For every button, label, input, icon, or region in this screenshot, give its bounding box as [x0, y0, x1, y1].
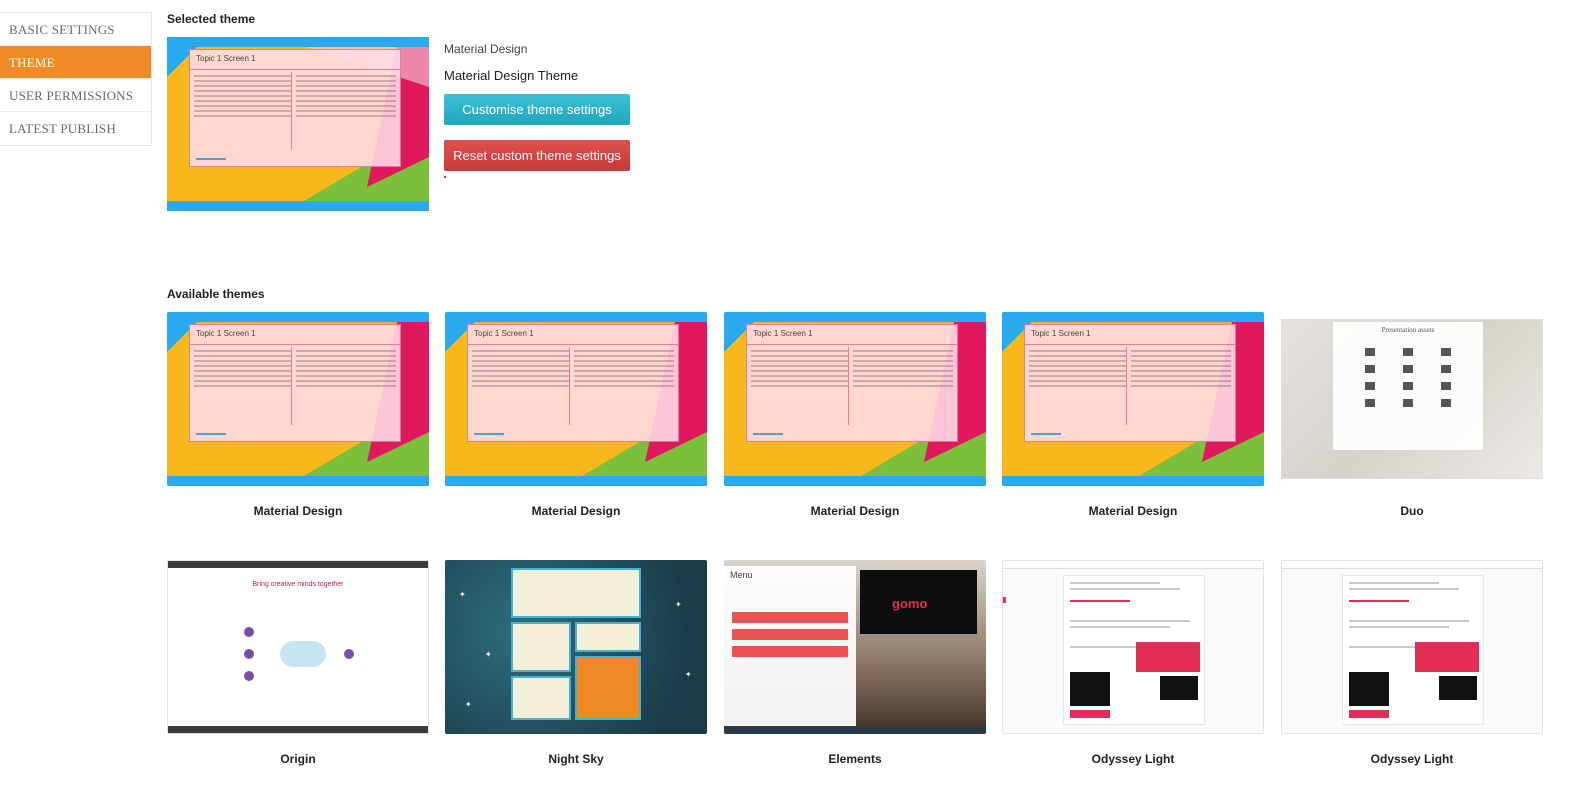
- video-preview: gomo: [860, 570, 977, 634]
- odyssey-light-preview: [1281, 560, 1543, 734]
- theme-card-material-design-4[interactable]: Topic 1 Screen 1 Material Design: [1002, 312, 1264, 518]
- customise-theme-button[interactable]: Customise theme settings: [444, 94, 630, 125]
- theme-card-odyssey-light-2[interactable]: Odyssey Light: [1281, 560, 1543, 766]
- origin-preview: Bring creative minds together: [167, 560, 429, 734]
- theme-card-origin[interactable]: Bring creative minds together Origin: [167, 560, 429, 766]
- error-indicator: [444, 176, 446, 178]
- thumb-title: Topic 1 Screen 1: [747, 325, 957, 345]
- selected-theme-heading: Selected theme: [167, 12, 256, 26]
- selected-theme-full-name: Material Design Theme: [444, 68, 579, 83]
- theme-name: Odyssey Light: [1370, 752, 1454, 766]
- theme-name: Duo: [1400, 504, 1424, 518]
- sidebar-item-latest-publish[interactable]: LATEST PUBLISH: [0, 112, 151, 145]
- thumb-title: Menu: [730, 570, 753, 580]
- odyssey-light-preview: [1002, 560, 1264, 734]
- available-themes-heading: Available themes: [167, 287, 265, 301]
- settings-sidebar: BASIC SETTINGS THEME USER PERMISSIONS LA…: [0, 12, 152, 146]
- theme-card-material-design-3[interactable]: Topic 1 Screen 1 Material Design: [724, 312, 986, 518]
- theme-name: Odyssey Light: [1091, 752, 1175, 766]
- theme-name: Material Design: [531, 504, 621, 518]
- theme-card-material-design-2[interactable]: Topic 1 Screen 1 Material Design: [445, 312, 707, 518]
- material-design-preview: Topic 1 Screen 1: [1002, 312, 1264, 486]
- thumb-title: Topic 1 Screen 1: [1025, 325, 1235, 345]
- theme-name: Material Design: [810, 504, 900, 518]
- theme-name: Elements: [828, 752, 882, 766]
- material-design-preview: Topic 1 Screen 1: [167, 312, 429, 486]
- theme-card-night-sky[interactable]: ✦ ✦ ✦ ✦ ✦ Night Sky: [445, 560, 707, 766]
- selected-theme-thumbnail: Topic 1 Screen 1: [167, 37, 429, 211]
- theme-card-elements[interactable]: Menu gomo Elements: [724, 560, 986, 766]
- thumb-title: Topic 1 Screen 1: [468, 325, 678, 345]
- theme-card-material-design-1[interactable]: Topic 1 Screen 1 Material Design: [167, 312, 429, 518]
- selected-theme-info: Material Design Material Design Theme Cu…: [444, 42, 630, 186]
- night-sky-preview: ✦ ✦ ✦ ✦ ✦: [445, 560, 707, 734]
- thumb-title: Topic 1 Screen 1: [190, 325, 400, 345]
- sidebar-item-basic-settings[interactable]: BASIC SETTINGS: [0, 13, 151, 46]
- duo-preview: Presentation assets: [1281, 312, 1543, 486]
- theme-name: Material Design: [253, 504, 343, 518]
- theme-name: Material Design: [1088, 504, 1178, 518]
- sidebar-item-user-permissions[interactable]: USER PERMISSIONS: [0, 79, 151, 112]
- theme-card-odyssey-light-1[interactable]: Odyssey Light: [1002, 560, 1264, 766]
- thumb-title: Topic 1 Screen 1: [190, 50, 400, 70]
- thumb-title: Bring creative minds together: [252, 581, 344, 588]
- material-design-preview: Topic 1 Screen 1: [167, 37, 429, 211]
- thumb-title: Presentation assets: [1381, 326, 1435, 334]
- selected-theme-name: Material Design: [444, 42, 528, 56]
- material-design-preview: Topic 1 Screen 1: [445, 312, 707, 486]
- theme-name: Origin: [280, 752, 316, 766]
- sidebar-item-theme[interactable]: THEME: [0, 46, 151, 79]
- elements-preview: Menu gomo: [724, 560, 986, 734]
- reset-theme-button[interactable]: Reset custom theme settings: [444, 140, 630, 171]
- theme-card-duo[interactable]: Presentation assets Duo: [1281, 312, 1543, 518]
- material-design-preview: Topic 1 Screen 1: [724, 312, 986, 486]
- theme-name: Night Sky: [548, 752, 604, 766]
